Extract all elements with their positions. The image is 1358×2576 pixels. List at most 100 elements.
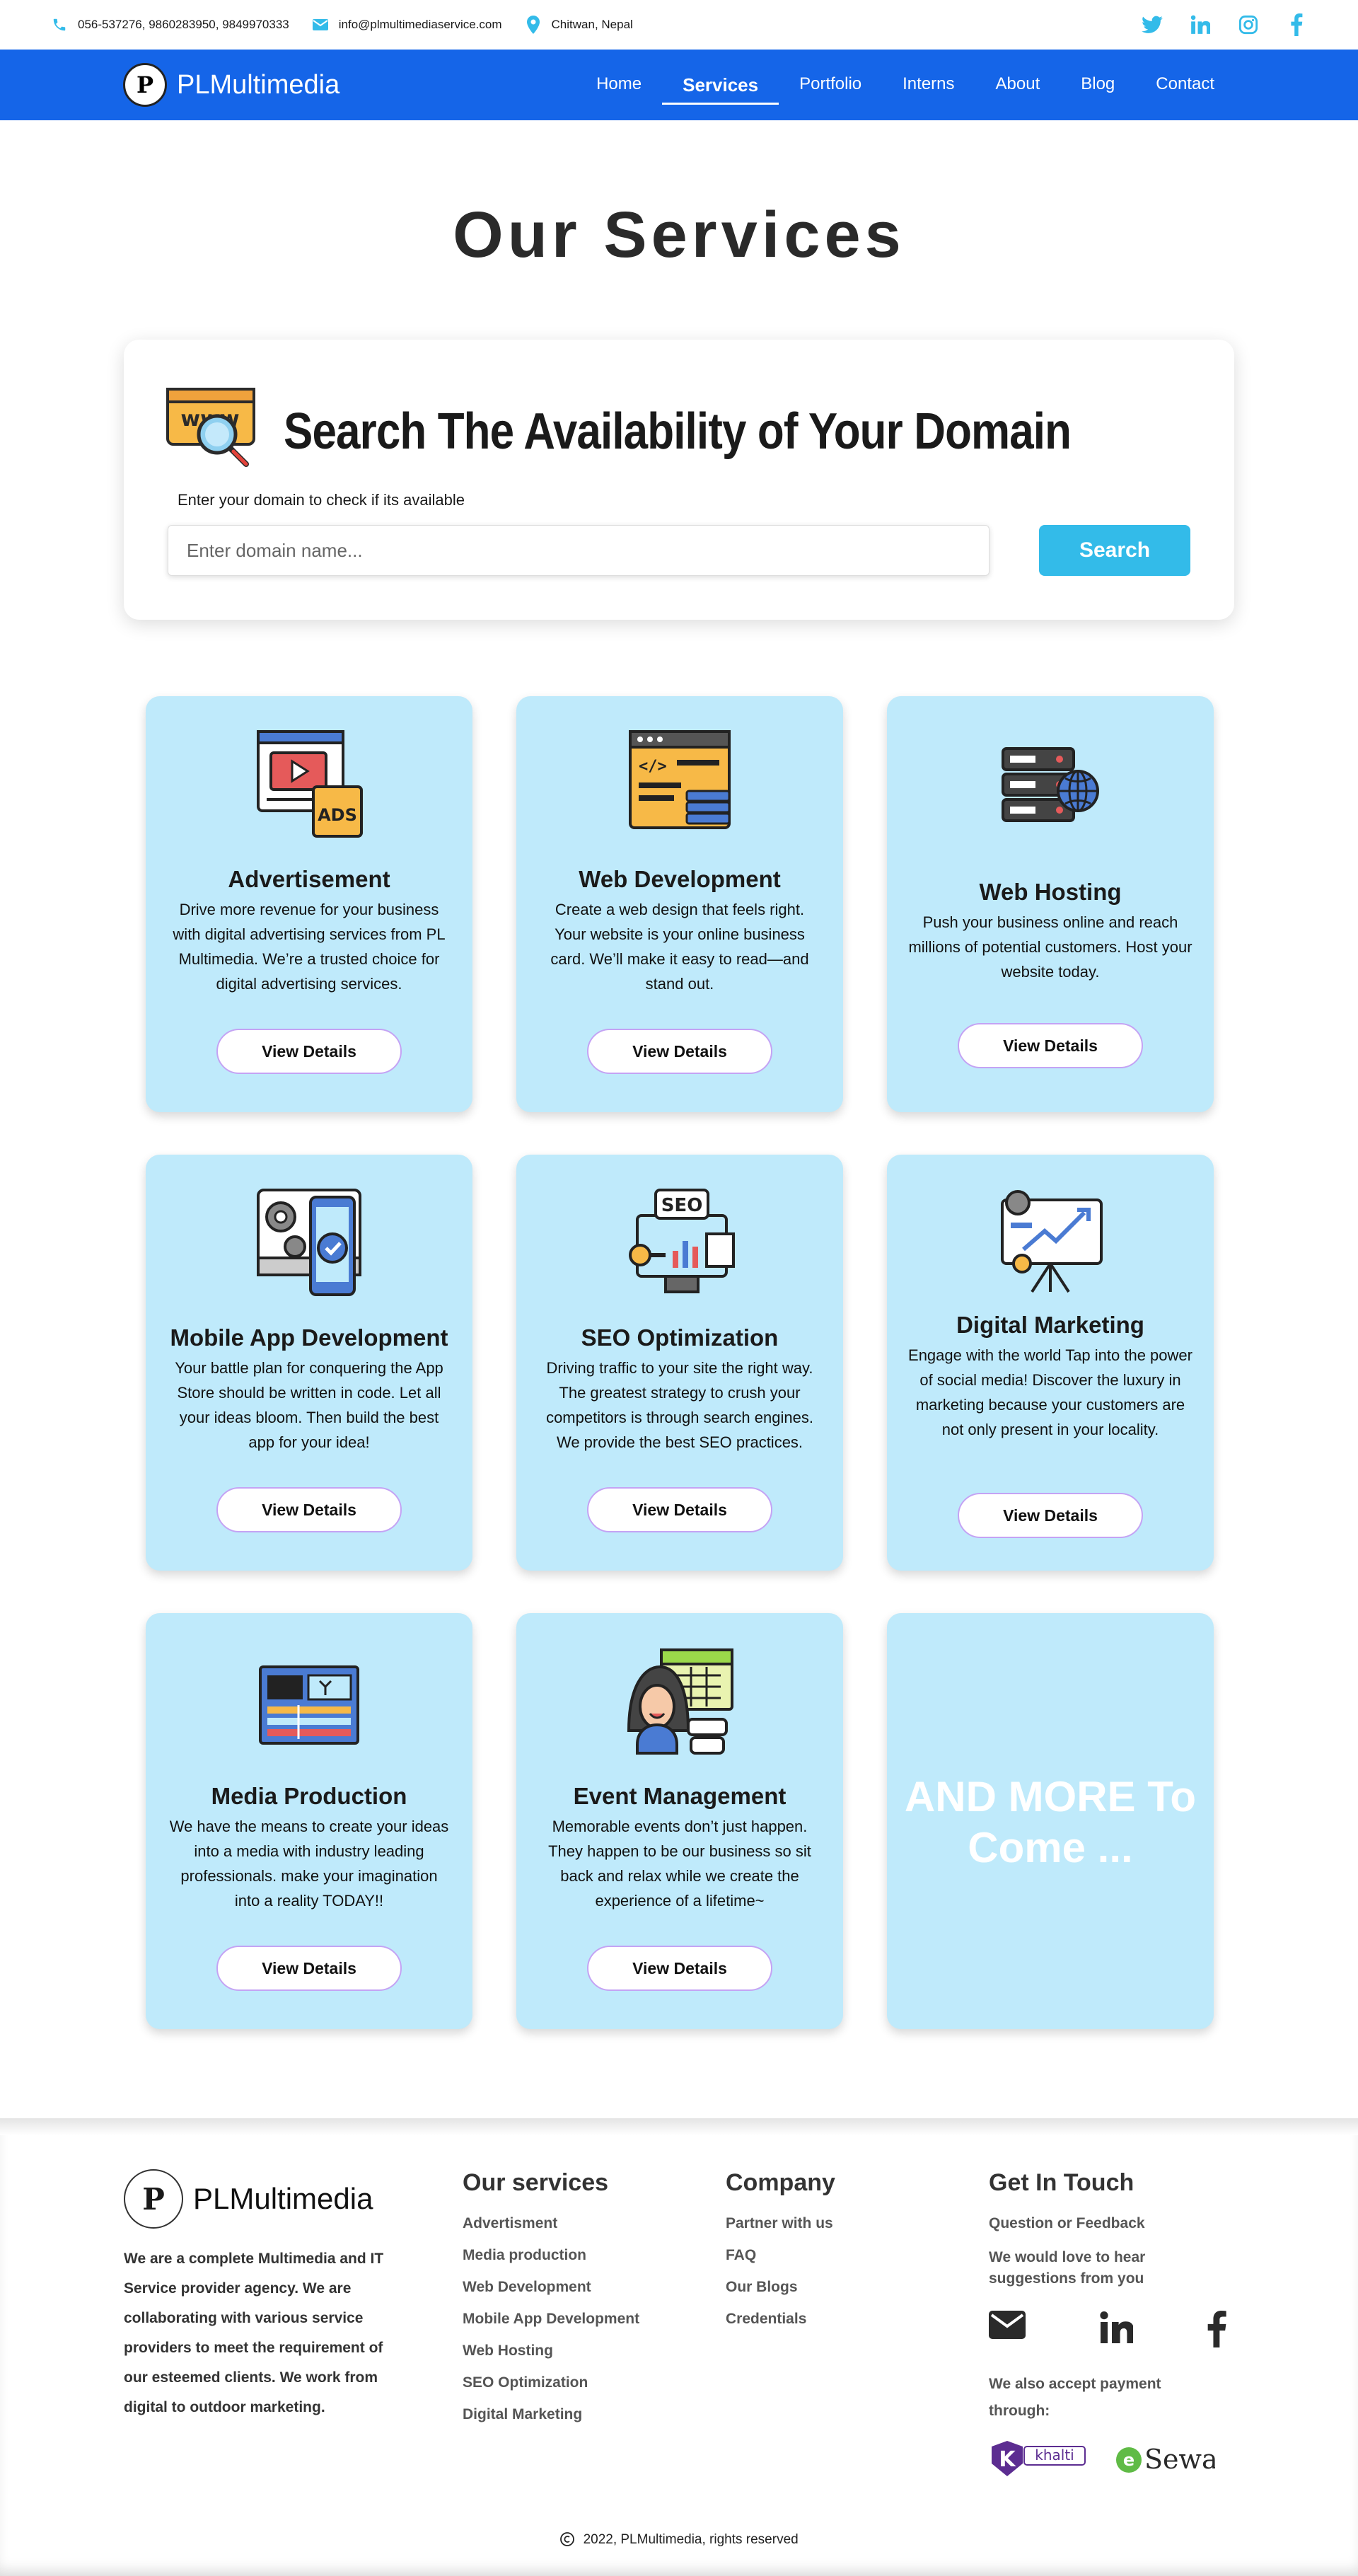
nav-contact[interactable]: Contact [1135,74,1235,96]
view-details-button[interactable]: View Details [216,1487,402,1532]
nav-blog[interactable]: Blog [1060,74,1135,96]
nav-services[interactable]: Services [662,74,779,105]
domain-search-icon: www [166,388,258,475]
footer-link-media-production[interactable]: Media production [463,2247,639,2264]
service-card-advertisement: ADS Advertisement Drive more revenue for… [146,696,472,1112]
footer-logo-mark: P [124,2169,183,2229]
khalti-logo: K khalti [989,2439,1088,2478]
service-title: SEO Optimization [581,1324,779,1351]
service-title: Event Management [573,1783,787,1809]
view-details-button[interactable]: View Details [587,1487,772,1532]
service-title: Advertisement [228,866,390,892]
mobile-app-icon [146,1187,472,1300]
service-title: Digital Marketing [956,1312,1144,1338]
site-footer: P PLMultimedia We are a complete Multime… [0,2118,1358,2576]
footer-link-seo[interactable]: SEO Optimization [463,2374,639,2391]
footer-suggestion-text: We would love to hear suggestions from y… [989,2249,1146,2287]
service-title: Mobile App Development [170,1324,448,1351]
footer-link-faq[interactable]: FAQ [726,2247,835,2264]
footer-link-advertisement[interactable]: Advertisment [463,2215,639,2232]
service-card-web-hosting: Web Hosting Push your business online an… [887,696,1214,1112]
service-card-mobile-app: Mobile App Development Your battle plan … [146,1155,472,1571]
copyright-text: 2022, PLMultimedia, rights reserved [583,2532,799,2547]
site-logo[interactable]: P PLMultimedia [123,63,340,107]
phone-contact[interactable]: 056-537276, 9860283950, 9849970333 [51,16,289,33]
mail-icon [312,16,329,33]
twitter-icon[interactable] [1142,14,1163,35]
facebook-icon[interactable] [1207,2311,1226,2351]
server-globe-icon [887,739,1214,852]
service-title: Media Production [211,1783,407,1809]
mail-icon[interactable] [989,2311,1026,2351]
top-bar: 056-537276, 9860283950, 9849970333 info@… [0,0,1358,50]
copyright-icon [559,2532,583,2547]
phone-icon [51,16,68,33]
service-description: Memorable events don’t just happen. They… [548,1818,811,1910]
service-description: We have the means to create your ideas i… [169,1818,449,1910]
nav-interns[interactable]: Interns [882,74,975,96]
view-details-button[interactable]: View Details [216,1946,402,1991]
seo-label: SEO [661,1195,703,1216]
footer-about-text: We are a complete Multimedia and IT Serv… [124,2251,384,2415]
service-description: Engage with the world Tap into the power… [908,1346,1192,1438]
service-card-web-development: </> Web Development Create a web design … [516,696,843,1112]
footer-brand: PLMultimedia [193,2182,373,2215]
brand-name: PLMultimedia [177,69,340,100]
view-details-button[interactable]: View Details [958,1023,1143,1068]
ads-label: ADS [318,805,357,825]
footer-link-mobile-app[interactable]: Mobile App Development [463,2311,639,2328]
nav-portfolio[interactable]: Portfolio [779,74,882,96]
linkedin-icon[interactable] [1190,14,1211,35]
esewa-text: Sewa [1144,2444,1215,2475]
service-title: Web Development [579,866,781,892]
footer-company-column: Company Partner with us FAQ Our Blogs Cr… [726,2169,835,2343]
footer-company-title: Company [726,2169,835,2196]
footer-about-column: P PLMultimedia We are a complete Multime… [124,2169,385,2422]
email-text: info@plmultimediaservice.com [338,18,502,31]
service-card-seo: SEO SEO Optimization Driving traffic to … [516,1155,843,1571]
esewa-logo: e Sewa [1116,2442,1215,2476]
svg-text:</>: </> [639,758,667,775]
nav-menu: Home Services Portfolio Interns About Bl… [576,74,1235,105]
domain-search-button[interactable]: Search [1039,525,1190,576]
service-description: Driving traffic to your site the right w… [546,1359,813,1451]
footer-link-blogs[interactable]: Our Blogs [726,2279,835,2296]
service-card-event-management: Event Management Memorable events don’t … [516,1613,843,2029]
service-card-media-production: Media Production We have the means to cr… [146,1613,472,2029]
instagram-icon[interactable] [1238,14,1259,35]
view-details-button[interactable]: View Details [216,1029,402,1074]
event-planner-icon [516,1646,843,1759]
map-pin-icon [525,16,542,34]
more-coming-text: AND MORE To Come ... [904,1773,1197,1871]
footer-link-web-development[interactable]: Web Development [463,2279,639,2296]
phone-text: 056-537276, 9860283950, 9849970333 [78,18,289,31]
footer-contact-title: Get In Touch [989,2169,1134,2196]
view-details-button[interactable]: View Details [958,1493,1143,1538]
khalti-text: khalti [1035,2447,1074,2464]
facebook-icon[interactable] [1286,13,1307,36]
domain-input[interactable] [168,525,990,576]
payment-methods: K khalti e Sewa [989,2439,1243,2478]
seo-monitor-icon: SEO [516,1187,843,1300]
footer-feedback-link[interactable]: Question or Feedback [989,2215,1243,2232]
linkedin-icon[interactable] [1099,2311,1134,2351]
page-title: Our Services [453,199,905,271]
copyright: 2022, PLMultimedia, rights reserved [0,2531,1358,2548]
footer-link-web-hosting[interactable]: Web Hosting [463,2343,639,2360]
domain-heading: Search The Availability of Your Domain [284,403,1072,460]
khalti-mark: K [999,2447,1016,2472]
footer-link-credentials[interactable]: Credentials [726,2311,835,2328]
payment-label: We also accept payment through: [989,2376,1161,2419]
email-contact[interactable]: info@plmultimediaservice.com [312,16,502,33]
service-title: Web Hosting [979,879,1122,905]
service-description: Drive more revenue for your business wit… [173,901,446,993]
footer-social [989,2311,1243,2351]
footer-logo[interactable]: P PLMultimedia [124,2169,385,2229]
nav-home[interactable]: Home [576,74,662,96]
nav-about[interactable]: About [975,74,1061,96]
ads-icon: ADS [146,729,472,842]
footer-link-partner[interactable]: Partner with us [726,2215,835,2232]
view-details-button[interactable]: View Details [587,1946,772,1991]
footer-link-digital-marketing[interactable]: Digital Marketing [463,2406,639,2423]
view-details-button[interactable]: View Details [587,1029,772,1074]
